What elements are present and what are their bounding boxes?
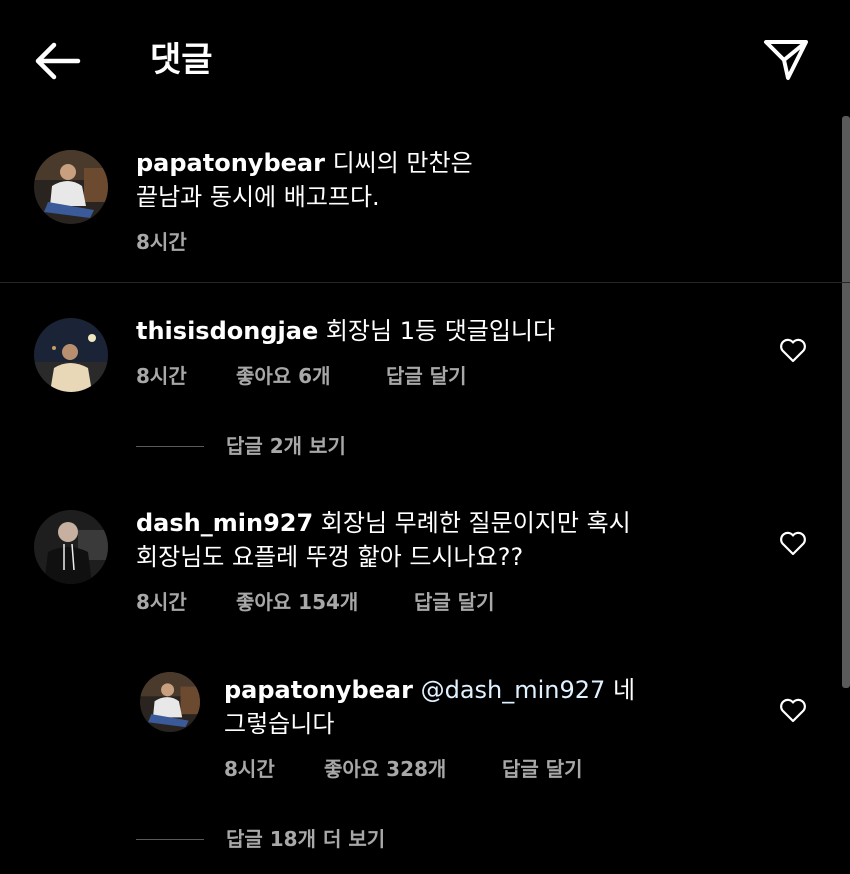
comment-line-1: 회장님 무례한 질문이지만 혹시: [313, 509, 631, 537]
view-replies-button[interactable]: 답글 2개 보기: [136, 432, 436, 460]
view-replies-label: 답글 2개 보기: [226, 434, 346, 458]
view-more-replies-button[interactable]: 답글 18개 더 보기: [136, 825, 476, 853]
reply-button[interactable]: 답글 달기: [386, 362, 467, 390]
comment-meta: 8시간 좋아요 6개 답글 달기: [136, 362, 636, 390]
avatar[interactable]: [34, 318, 108, 392]
reply-button[interactable]: 답글 달기: [502, 755, 583, 783]
heart-icon[interactable]: [779, 530, 807, 556]
caption-line-2: 끝남과 동시에 배고프다.: [136, 183, 380, 211]
comment-meta: 8시간 좋아요 154개 답글 달기: [136, 588, 636, 616]
username[interactable]: papatonybear: [224, 676, 413, 704]
reply-button[interactable]: 답글 달기: [414, 588, 495, 616]
reply-text: papatonybear @dash_min927 네 그렇습니다: [224, 673, 764, 741]
caption-line-1: 디씨의 만찬은: [324, 149, 473, 177]
username[interactable]: dash_min927: [136, 509, 313, 537]
reply-line-1: 네: [605, 676, 636, 704]
username[interactable]: papatonybear: [136, 149, 325, 177]
comment-text: thisisdongjae 회장님 1등 댓글입니다: [136, 314, 756, 348]
avatar[interactable]: [34, 150, 108, 224]
send-icon[interactable]: [760, 34, 812, 86]
caption-text: papatonybear 디씨의 만찬은 끝남과 동시에 배고프다.: [136, 146, 736, 214]
username[interactable]: thisisdongjae: [136, 317, 318, 345]
back-arrow-icon[interactable]: [30, 36, 84, 86]
timestamp: 8시간: [136, 230, 187, 254]
reply-line-2: 그렇습니다: [224, 710, 335, 738]
like-count[interactable]: 좋아요 6개: [236, 362, 330, 390]
reply-thread-line: [136, 446, 204, 447]
heart-icon[interactable]: [779, 697, 807, 723]
reply-meta: 8시간 좋아요 328개 답글 달기: [224, 755, 724, 783]
heart-icon[interactable]: [779, 337, 807, 363]
reply-thread-line: [136, 839, 204, 840]
avatar[interactable]: [140, 672, 200, 732]
mention-link[interactable]: @dash_min927: [421, 676, 606, 704]
timestamp: 8시간: [136, 590, 187, 614]
comment-line-1: 회장님 1등 댓글입니다: [318, 317, 556, 345]
divider: [0, 282, 850, 283]
timestamp: 8시간: [224, 757, 275, 781]
view-more-replies-label: 답글 18개 더 보기: [226, 827, 386, 851]
header-bar: 댓글: [0, 0, 850, 120]
timestamp: 8시간: [136, 364, 187, 388]
page-title: 댓글: [150, 40, 213, 80]
like-count[interactable]: 좋아요 328개: [324, 755, 446, 783]
scrollbar[interactable]: [842, 116, 850, 688]
avatar[interactable]: [34, 510, 108, 584]
like-count[interactable]: 좋아요 154개: [236, 588, 358, 616]
comment-line-2: 회장님도 요플레 뚜껑 핥아 드시나요??: [136, 543, 524, 571]
comment-text: dash_min927 회장님 무례한 질문이지만 혹시 회장님도 요플레 뚜껑…: [136, 506, 776, 574]
